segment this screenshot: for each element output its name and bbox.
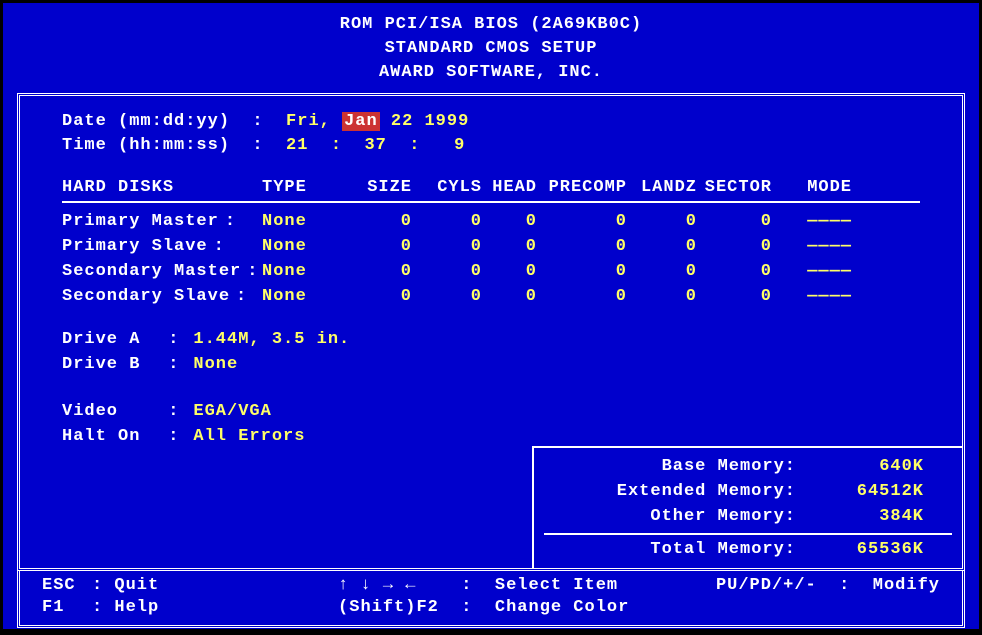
disk-table-header: HARD DISKS TYPE SIZE CYLS HEAD PRECOMP L… bbox=[62, 178, 940, 197]
halt-value[interactable]: All Errors bbox=[193, 427, 305, 446]
date-label: Date (mm:dd:yy) bbox=[62, 112, 230, 131]
bios-screen: ROM PCI/ISA BIOS (2A69KB0C) STANDARD CMO… bbox=[3, 3, 979, 629]
drive-b-label: Drive B bbox=[62, 352, 157, 377]
total-mem-label: Total Memory: bbox=[544, 537, 804, 562]
date-dow: Fri, bbox=[286, 112, 331, 131]
base-mem-value: 640K bbox=[804, 454, 924, 479]
disk-head: 0 bbox=[482, 234, 537, 259]
disk-cyls: 0 bbox=[412, 259, 482, 284]
time-label: Time (hh:mm:ss) bbox=[62, 136, 230, 155]
disk-mode: ———— bbox=[772, 234, 852, 259]
time-row: Time (hh:mm:ss) : 21 : 37 : 9 bbox=[62, 134, 940, 158]
lower-section: Drive A : 1.44M, 3.5 in. Drive B : None … bbox=[62, 327, 940, 449]
left-settings: Drive A : 1.44M, 3.5 in. Drive B : None … bbox=[62, 327, 482, 449]
col-sector: SECTOR bbox=[697, 178, 772, 197]
date-month-selected[interactable]: Jan bbox=[342, 112, 380, 131]
header-line2: STANDARD CMOS SETUP bbox=[3, 37, 979, 61]
drive-a-label: Drive A bbox=[62, 327, 157, 352]
disk-type[interactable]: None bbox=[262, 259, 342, 284]
base-mem-label: Base Memory: bbox=[544, 454, 804, 479]
date-day[interactable]: 22 bbox=[391, 112, 413, 131]
disk-row[interactable]: Primary Master:None000000———— bbox=[62, 209, 940, 234]
disk-landz: 0 bbox=[627, 209, 697, 234]
esc-action: Quit bbox=[114, 576, 159, 595]
disk-landz: 0 bbox=[627, 259, 697, 284]
disk-sector: 0 bbox=[697, 209, 772, 234]
col-mode: MODE bbox=[772, 178, 852, 197]
video-label: Video bbox=[62, 399, 157, 424]
modify-label: Modify bbox=[873, 576, 940, 595]
disk-precomp: 0 bbox=[537, 209, 627, 234]
disk-cyls: 0 bbox=[412, 234, 482, 259]
ext-mem-value: 64512K bbox=[804, 479, 924, 504]
col-type: TYPE bbox=[262, 178, 342, 197]
time-mm[interactable]: 37 bbox=[364, 136, 386, 155]
f1-action: Help bbox=[114, 598, 159, 617]
disk-size: 0 bbox=[342, 234, 412, 259]
disk-cyls: 0 bbox=[412, 209, 482, 234]
esc-key[interactable]: ESC bbox=[42, 575, 92, 597]
other-mem-value: 384K bbox=[804, 504, 924, 529]
footer-help: ESC: Quit F1: Help ↑ ↓ → ← : Select Item… bbox=[17, 571, 965, 628]
disk-size: 0 bbox=[342, 209, 412, 234]
memory-box: Base Memory: 640K Extended Memory: 64512… bbox=[532, 446, 962, 568]
col-landz: LANDZ bbox=[627, 178, 697, 197]
disk-row[interactable]: Primary Slave:None000000———— bbox=[62, 234, 940, 259]
disk-type[interactable]: None bbox=[262, 284, 342, 309]
f1-key[interactable]: F1 bbox=[42, 597, 92, 619]
disk-type[interactable]: None bbox=[262, 209, 342, 234]
disk-mode: ———— bbox=[772, 284, 852, 309]
shift-f2-key[interactable]: (Shift)F2 bbox=[338, 598, 439, 617]
arrow-keys-icon[interactable]: ↑ ↓ → ← bbox=[338, 576, 416, 595]
disk-row[interactable]: Secondary Master:None000000———— bbox=[62, 259, 940, 284]
disk-mode: ———— bbox=[772, 209, 852, 234]
time-hh[interactable]: 21 bbox=[286, 136, 308, 155]
disk-head: 0 bbox=[482, 259, 537, 284]
change-color-label: Change Color bbox=[495, 598, 629, 617]
disk-cyls: 0 bbox=[412, 284, 482, 309]
disk-sector: 0 bbox=[697, 234, 772, 259]
memory-separator bbox=[544, 533, 952, 535]
disk-type[interactable]: None bbox=[262, 234, 342, 259]
disk-size: 0 bbox=[342, 284, 412, 309]
bios-header: ROM PCI/ISA BIOS (2A69KB0C) STANDARD CMO… bbox=[3, 3, 979, 85]
disks-heading: HARD DISKS bbox=[62, 178, 262, 197]
select-item-label: Select Item bbox=[495, 576, 618, 595]
disk-head: 0 bbox=[482, 209, 537, 234]
ext-mem-label: Extended Memory: bbox=[544, 479, 804, 504]
drive-b-value[interactable]: None bbox=[193, 355, 238, 374]
disk-sector: 0 bbox=[697, 259, 772, 284]
pupd-keys[interactable]: PU/PD/+/- bbox=[716, 576, 817, 595]
disk-size: 0 bbox=[342, 259, 412, 284]
col-head: HEAD bbox=[482, 178, 537, 197]
main-panel: Date (mm:dd:yy) : Fri, Jan 22 1999 Time … bbox=[17, 93, 965, 571]
col-size: SIZE bbox=[342, 178, 412, 197]
disk-landz: 0 bbox=[627, 234, 697, 259]
time-ss[interactable]: 9 bbox=[454, 136, 465, 155]
disk-row[interactable]: Secondary Slave:None000000———— bbox=[62, 284, 940, 309]
col-cyls: CYLS bbox=[412, 178, 482, 197]
disk-rows: Primary Master:None000000————Primary Sla… bbox=[42, 209, 940, 309]
drive-a-value[interactable]: 1.44M, 3.5 in. bbox=[193, 330, 350, 349]
date-row: Date (mm:dd:yy) : Fri, Jan 22 1999 bbox=[62, 110, 940, 134]
disk-sector: 0 bbox=[697, 284, 772, 309]
header-line1: ROM PCI/ISA BIOS (2A69KB0C) bbox=[3, 13, 979, 37]
disk-mode: ———— bbox=[772, 259, 852, 284]
header-rule bbox=[62, 201, 920, 203]
total-mem-value: 65536K bbox=[804, 537, 924, 562]
col-precomp: PRECOMP bbox=[537, 178, 627, 197]
disk-precomp: 0 bbox=[537, 284, 627, 309]
date-year[interactable]: 1999 bbox=[424, 112, 469, 131]
disk-precomp: 0 bbox=[537, 259, 627, 284]
disk-head: 0 bbox=[482, 284, 537, 309]
video-value[interactable]: EGA/VGA bbox=[193, 402, 271, 421]
header-line3: AWARD SOFTWARE, INC. bbox=[3, 61, 979, 85]
disk-precomp: 0 bbox=[537, 234, 627, 259]
halt-label: Halt On bbox=[62, 424, 157, 449]
other-mem-label: Other Memory: bbox=[544, 504, 804, 529]
disk-landz: 0 bbox=[627, 284, 697, 309]
